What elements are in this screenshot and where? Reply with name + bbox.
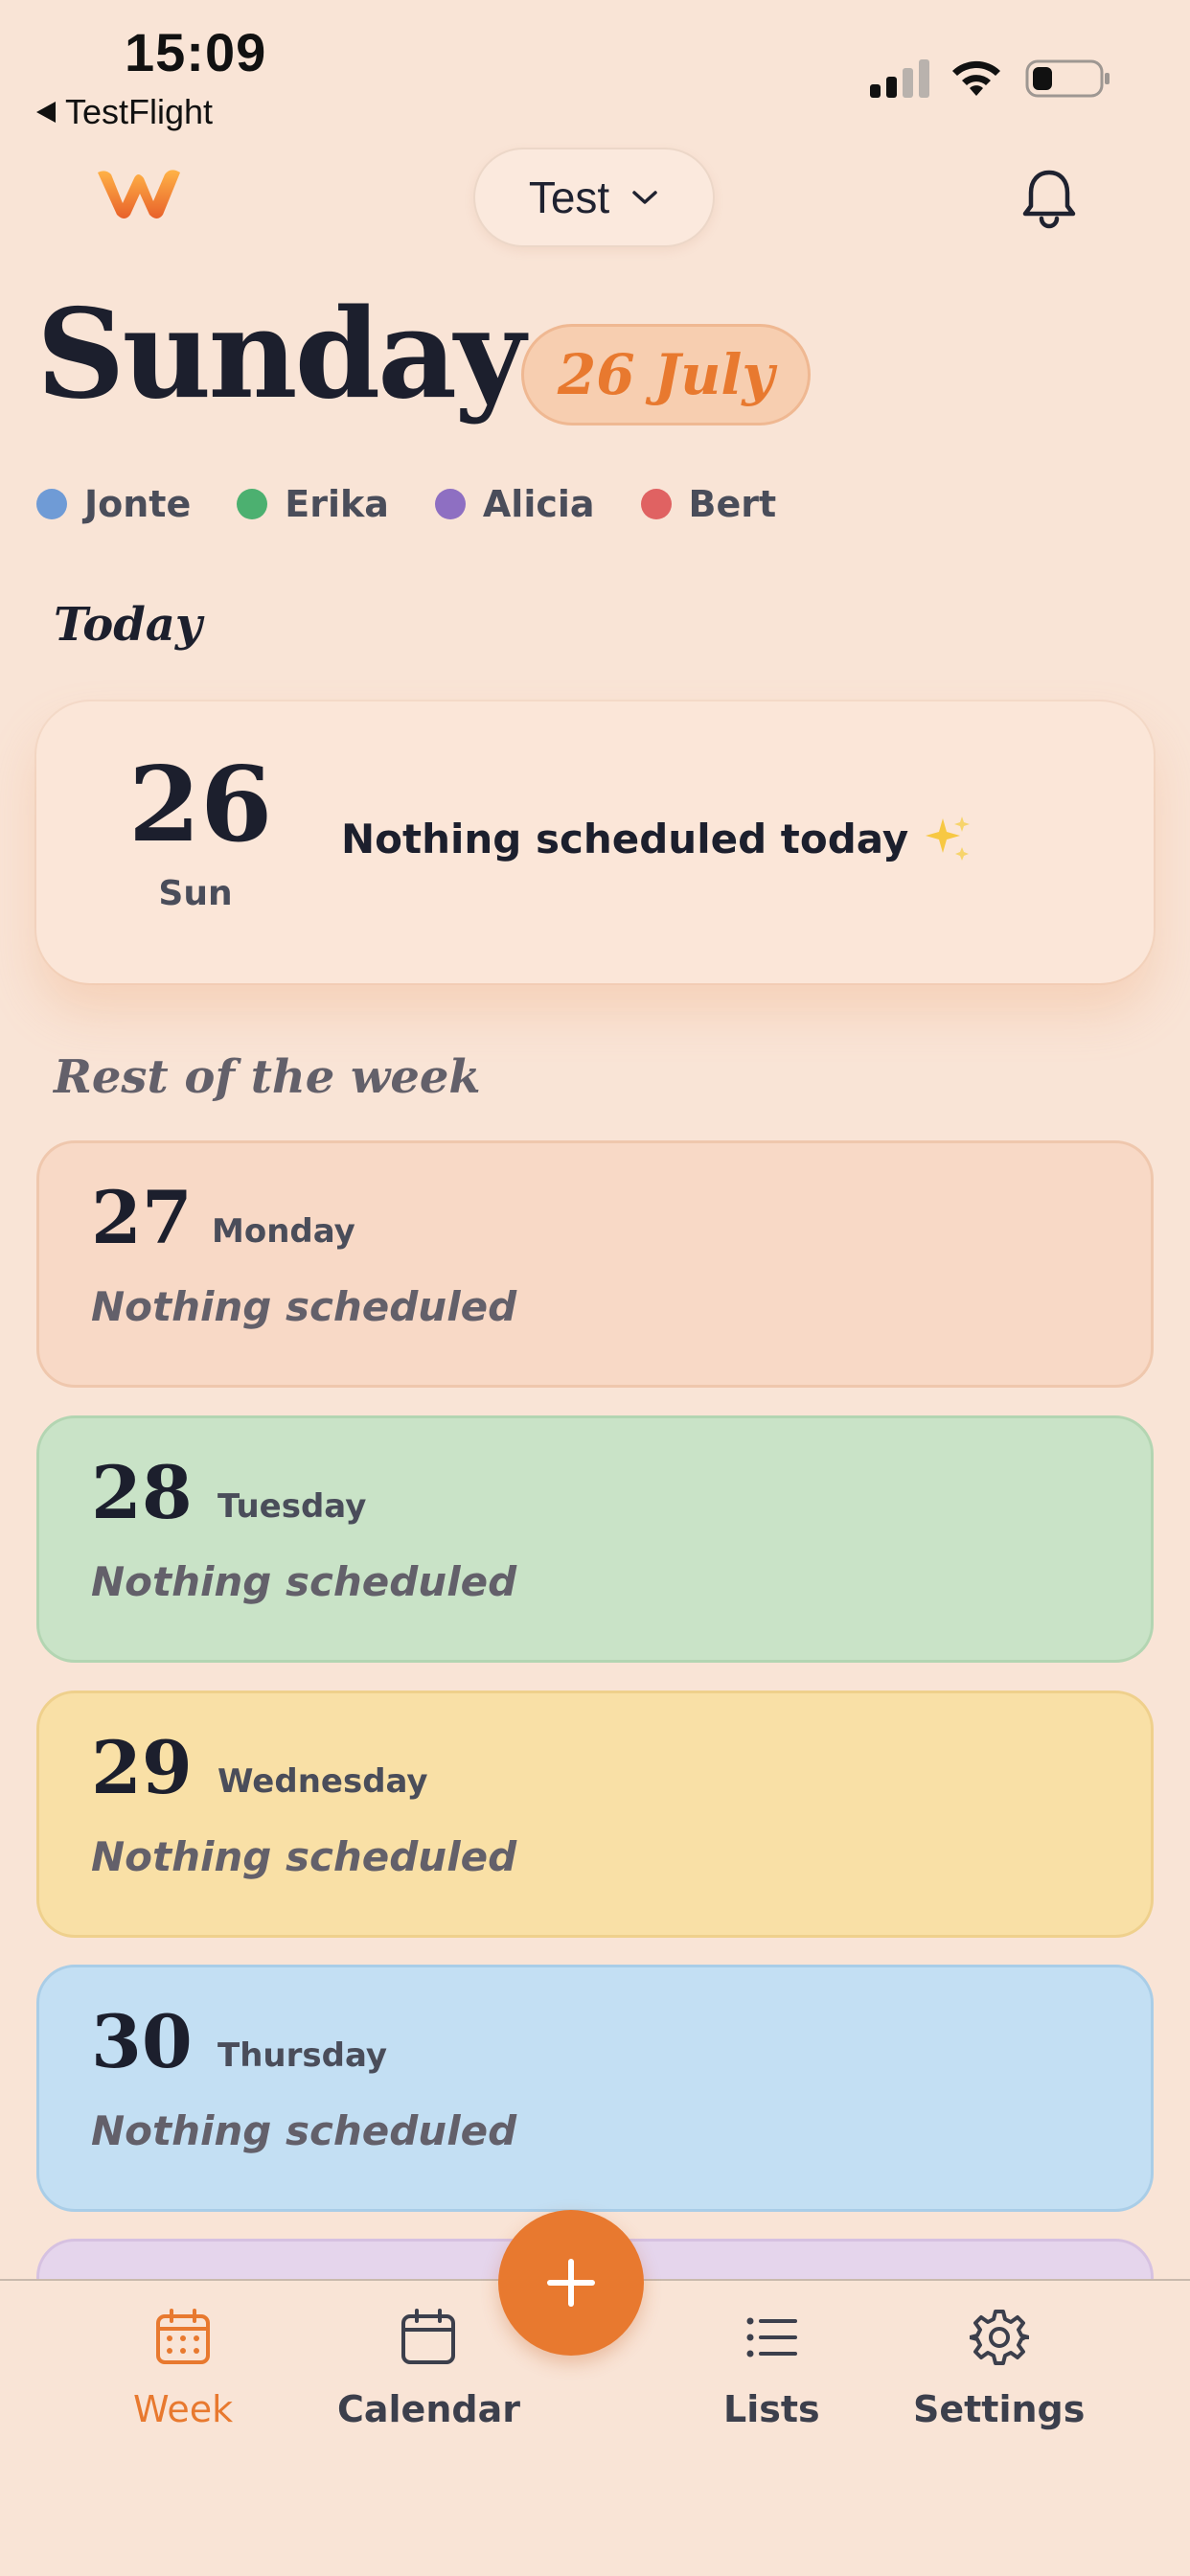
day-card-thursday[interactable]: 30 Thursday Nothing scheduled — [36, 1965, 1154, 2212]
group-name: Test — [528, 172, 610, 222]
cellular-signal-icon — [870, 59, 929, 98]
day-status: Nothing scheduled — [91, 1283, 517, 1330]
calendar-icon — [401, 2309, 456, 2364]
day-name: Wednesday — [217, 1762, 428, 1801]
day-card-tuesday[interactable]: 28 Tuesday Nothing scheduled — [36, 1415, 1154, 1663]
section-heading-today: Today — [54, 598, 202, 652]
member-legend: Jonte Erika Alicia Bert — [36, 483, 822, 525]
back-to-testflight[interactable]: TestFlight — [36, 92, 213, 132]
member-name: Bert — [688, 483, 777, 525]
day-number: 27 — [91, 1175, 193, 1260]
day-name: Monday — [212, 1212, 355, 1251]
tab-label: Calendar — [337, 2388, 520, 2430]
day-name: Tuesday — [217, 1487, 367, 1526]
member-color-dot — [434, 489, 466, 519]
plus-icon — [547, 2259, 595, 2307]
today-day-number: 26 — [128, 745, 273, 865]
list-icon — [746, 2317, 798, 2358]
tab-settings[interactable]: Settings — [913, 2308, 1085, 2430]
back-arrow-icon — [36, 102, 56, 123]
day-card-monday[interactable]: 27 Monday Nothing scheduled — [36, 1140, 1154, 1388]
group-selector[interactable]: Test — [473, 148, 715, 247]
day-card-wednesday[interactable]: 29 Wednesday Nothing scheduled — [36, 1690, 1154, 1938]
day-status: Nothing scheduled — [91, 2107, 517, 2154]
tab-calendar[interactable]: Calendar — [337, 2308, 520, 2430]
member-erika[interactable]: Erika — [237, 483, 389, 525]
tab-label: Settings — [913, 2388, 1086, 2430]
member-bert[interactable]: Bert — [640, 483, 777, 525]
member-color-dot — [237, 489, 268, 519]
day-status: Nothing scheduled — [91, 1558, 517, 1605]
day-status: Nothing scheduled — [91, 1833, 517, 1880]
sparkles-icon — [926, 816, 971, 861]
member-name: Alicia — [482, 483, 595, 525]
status-time: 15:09 — [125, 22, 267, 82]
member-name: Erika — [285, 483, 389, 525]
add-button[interactable] — [498, 2210, 644, 2356]
page-title: Sunday — [36, 283, 525, 426]
chevron-down-icon — [632, 191, 657, 204]
tab-week[interactable]: Week — [133, 2308, 233, 2430]
member-alicia[interactable]: Alicia — [434, 483, 595, 525]
day-name: Thursday — [217, 2036, 388, 2075]
wifi-icon — [952, 60, 1000, 96]
day-number: 30 — [91, 1999, 193, 2084]
today-message: Nothing scheduled today — [341, 813, 973, 864]
bell-icon[interactable] — [1019, 167, 1079, 230]
section-heading-rest-of-week: Rest of the week — [54, 1050, 481, 1104]
tab-label: Lists — [723, 2388, 820, 2430]
calendar-week-icon — [156, 2309, 211, 2364]
day-number: 29 — [91, 1725, 193, 1810]
member-color-dot — [640, 489, 672, 519]
today-day-short: Sun — [158, 874, 233, 913]
member-color-dot — [36, 489, 67, 519]
back-label: TestFlight — [65, 92, 214, 131]
day-number: 28 — [91, 1450, 193, 1535]
tab-lists[interactable]: Lists — [723, 2308, 820, 2430]
member-name: Jonte — [84, 483, 192, 525]
tab-label: Week — [133, 2388, 234, 2430]
date-badge[interactable]: 26 July — [521, 324, 811, 426]
w-logo-icon — [98, 170, 180, 218]
today-message-text: Nothing scheduled today — [341, 815, 909, 862]
gear-icon — [969, 2310, 1029, 2365]
member-jonte[interactable]: Jonte — [36, 483, 191, 525]
battery-icon — [1025, 59, 1110, 98]
